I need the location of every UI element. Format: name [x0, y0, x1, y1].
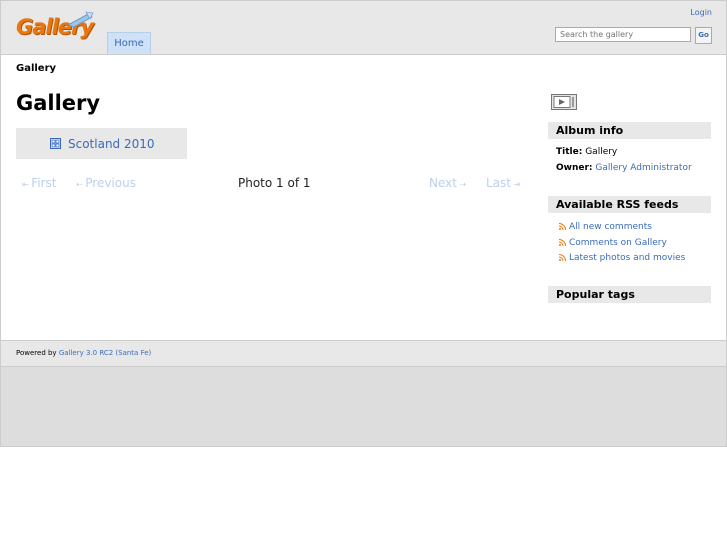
search-input[interactable]	[555, 27, 691, 42]
popular-tags-heading: Popular tags	[548, 286, 711, 303]
title-value: Gallery	[585, 147, 618, 157]
pager-previous-label: Previous	[85, 176, 136, 190]
slideshow-icon[interactable]	[551, 93, 577, 111]
page-title: Gallery	[16, 91, 101, 115]
pager-last-label: Last	[486, 176, 511, 190]
rss-icon	[559, 239, 566, 246]
login-link[interactable]: Login	[690, 8, 712, 17]
title-label: Title:	[556, 147, 583, 157]
rss-item[interactable]: Latest photos and movies	[559, 253, 685, 263]
rss-heading: Available RSS feeds	[548, 196, 711, 213]
breadcrumb: Gallery	[16, 63, 57, 74]
pager-first-label: First	[31, 176, 57, 190]
last-arrow-icon: ⇥	[511, 180, 521, 189]
album-icon	[50, 138, 61, 149]
album-thumbnail[interactable]: Scotland 2010	[16, 128, 187, 159]
rss-icon	[559, 223, 566, 230]
owner-label: Owner:	[556, 163, 593, 173]
page-frame: Gallery Login Go Home Gallery Gallery Sc…	[0, 0, 727, 447]
rss-item[interactable]: Comments on Gallery	[559, 238, 667, 248]
tab-home[interactable]: Home	[107, 32, 151, 54]
search-go-button[interactable]: Go	[695, 27, 712, 44]
album-info-heading: Album info	[548, 122, 711, 139]
album-info-owner: Owner: Gallery Administrator	[556, 163, 692, 173]
footer-text: Powered by Gallery 3.0 RC2 (Santa Fe)	[16, 349, 151, 357]
header: Gallery Login Go Home	[1, 1, 726, 55]
footer: Powered by Gallery 3.0 RC2 (Santa Fe)	[1, 340, 726, 367]
previous-arrow-icon: ⇠	[76, 180, 86, 189]
rss-item-label: All new comments	[569, 222, 652, 232]
rss-item[interactable]: All new comments	[559, 222, 652, 232]
album-info-title: Title: Gallery	[556, 147, 617, 157]
rss-item-label: Comments on Gallery	[569, 238, 667, 248]
rss-item-label: Latest photos and movies	[569, 253, 686, 263]
gallery-logo[interactable]: Gallery	[16, 11, 96, 47]
rss-icon	[559, 254, 566, 261]
pager-first[interactable]: ⇤ First	[22, 176, 57, 190]
pager-last[interactable]: Last ⇥	[486, 176, 520, 190]
owner-link[interactable]: Gallery Administrator	[595, 163, 691, 173]
logo-swoosh-icon	[67, 11, 94, 28]
pager-previous[interactable]: ⇠ Previous	[76, 176, 136, 190]
powered-by-label: Powered by	[16, 349, 57, 357]
gallery-version-link[interactable]: Gallery 3.0 RC2 (Santa Fe)	[59, 349, 151, 357]
search-form: Go	[555, 27, 712, 44]
pager-status: Photo 1 of 1	[238, 176, 311, 190]
next-arrow-icon: ⇢	[456, 180, 467, 189]
first-arrow-icon: ⇤	[22, 180, 32, 189]
pager-next[interactable]: Next ⇢	[429, 176, 466, 190]
album-title-link[interactable]: Scotland 2010	[68, 137, 155, 151]
main-content: Gallery Gallery Scotland 2010 ⇤ First ⇠ …	[1, 55, 726, 340]
pager-next-label: Next	[429, 176, 457, 190]
